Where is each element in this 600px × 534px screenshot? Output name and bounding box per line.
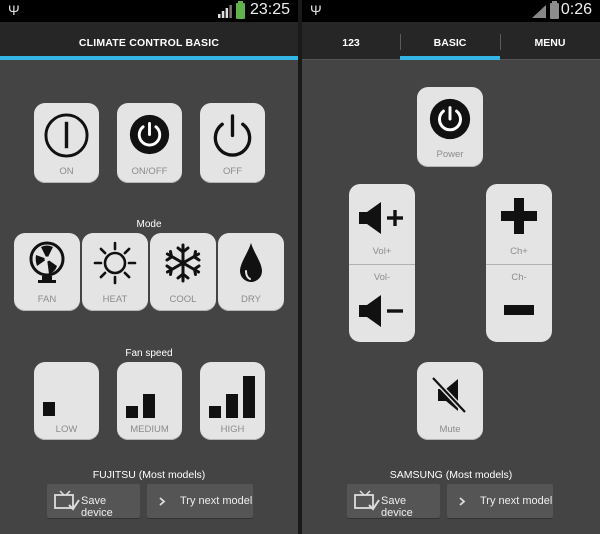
mute-label: Mute	[439, 424, 461, 435]
status-time: 23:25	[249, 1, 290, 18]
mode-cool-label: COOL	[169, 294, 197, 305]
fan-speed-high-label: HIGH	[220, 424, 245, 435]
off-button[interactable]: OFF	[200, 103, 265, 183]
chevron-right-icon	[159, 497, 166, 506]
volume-up-button[interactable]: Vol+	[349, 184, 415, 264]
try-next-model-button[interactable]: Try next model	[147, 484, 253, 518]
save-device-button[interactable]: Save device	[347, 484, 440, 519]
tab-selected-indicator	[400, 56, 500, 60]
battery-icon	[236, 1, 245, 19]
signal-icon	[532, 5, 546, 18]
speed-high-icon	[209, 376, 255, 418]
tv-remote-screen: Ψ 0:26 123 BASIC MENU Power Vol+ Vol- Ch…	[302, 0, 600, 534]
speed-medium-icon	[126, 394, 155, 418]
mode-heat-label: HEAT	[102, 294, 128, 305]
mode-fan-label: FAN	[37, 294, 57, 305]
volume-up-icon	[359, 202, 403, 234]
mute-button[interactable]: Mute	[417, 362, 483, 440]
volume-up-label: Vol+	[372, 246, 392, 257]
power-label: Power	[436, 149, 464, 160]
power-button[interactable]: Power	[417, 87, 483, 167]
tab-123[interactable]: 123	[302, 22, 400, 60]
minus-icon	[504, 305, 534, 315]
status-bar: Ψ 23:25	[0, 0, 298, 22]
channel-down-button[interactable]: Ch-	[486, 265, 552, 342]
fan-speed-medium-label: MEDIUM	[130, 424, 169, 435]
volume-down-button[interactable]: Vol-	[349, 265, 415, 342]
speed-low-icon	[43, 402, 55, 416]
mute-icon	[431, 376, 467, 414]
power-icon	[429, 98, 471, 140]
off-button-label: OFF	[223, 166, 242, 177]
on-button[interactable]: ON	[34, 103, 99, 183]
status-time: 0:26	[560, 1, 592, 18]
page-title: CLIMATE CONTROL BASIC	[78, 37, 220, 49]
action-bar-underline	[0, 56, 298, 60]
save-device-label: Save device	[81, 495, 113, 519]
sun-icon	[93, 241, 137, 285]
channel-up-label: Ch+	[510, 246, 528, 257]
tab-bar: 123 BASIC MENU	[302, 22, 600, 60]
on-off-button-label: ON/OFF	[131, 166, 168, 177]
power-off-icon	[213, 114, 252, 157]
plus-icon	[501, 198, 537, 234]
tv-check-icon	[354, 490, 380, 511]
save-device-label: Save device	[381, 495, 413, 519]
mode-cool-button[interactable]: COOL	[150, 233, 216, 311]
save-device-button[interactable]: Save device	[47, 484, 140, 519]
power-toggle-icon	[129, 114, 170, 155]
status-bar: Ψ 0:26	[302, 0, 600, 22]
tab-menu[interactable]: MENU	[500, 22, 600, 60]
fan-speed-heading: Fan speed	[125, 348, 173, 359]
channel-down-label: Ch-	[511, 272, 527, 283]
mode-dry-button[interactable]: DRY	[218, 233, 284, 311]
usb-icon: Ψ	[310, 2, 322, 18]
snowflake-icon	[165, 243, 201, 283]
device-model-label: SAMSUNG (Most models)	[389, 469, 513, 481]
signal-icon	[218, 5, 232, 18]
water-drop-icon	[240, 243, 262, 282]
on-button-label: ON	[59, 166, 74, 177]
power-on-icon	[44, 113, 89, 158]
try-next-model-button[interactable]: Try next model	[447, 484, 553, 518]
channel-up-button[interactable]: Ch+	[486, 184, 552, 264]
mode-heading: Mode	[136, 219, 162, 230]
usb-icon: Ψ	[8, 2, 20, 18]
try-next-model-label: Try next model	[180, 495, 253, 507]
fan-speed-low-button[interactable]: LOW	[34, 362, 99, 440]
mode-fan-button[interactable]: FAN	[14, 233, 80, 311]
action-bar: CLIMATE CONTROL BASIC	[0, 22, 298, 60]
battery-icon	[550, 1, 559, 19]
device-model-label: FUJITSU (Most models)	[92, 469, 206, 481]
fan-icon	[29, 241, 65, 283]
mode-dry-label: DRY	[241, 294, 261, 305]
channel-control: Ch+ Ch-	[486, 184, 552, 342]
on-off-button[interactable]: ON/OFF	[117, 103, 182, 183]
climate-control-screen: Ψ 23:25 CLIMATE CONTROL BASIC ON ON/OFF	[0, 0, 298, 534]
tv-check-icon	[54, 490, 80, 511]
fan-speed-low-label: LOW	[55, 424, 78, 435]
volume-down-label: Vol-	[373, 272, 391, 283]
chevron-right-icon	[459, 497, 466, 506]
tab-basic[interactable]: BASIC	[400, 22, 500, 60]
fan-speed-medium-button[interactable]: MEDIUM	[117, 362, 182, 440]
fan-speed-high-button[interactable]: HIGH	[200, 362, 265, 440]
try-next-model-label: Try next model	[480, 495, 553, 507]
volume-control: Vol+ Vol-	[349, 184, 415, 342]
volume-down-icon	[359, 295, 403, 327]
mode-heat-button[interactable]: HEAT	[82, 233, 148, 311]
